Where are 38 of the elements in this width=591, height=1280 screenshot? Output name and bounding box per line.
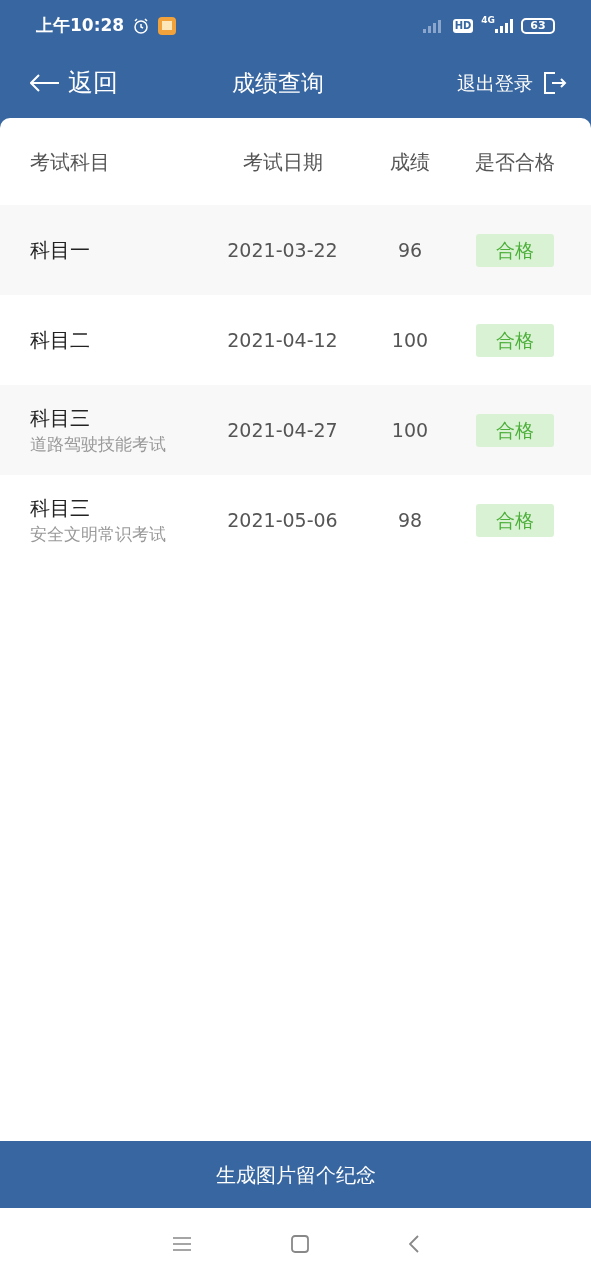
score: 100 xyxy=(390,327,430,353)
column-header: 是否合格 xyxy=(474,148,556,176)
score: 96 xyxy=(396,237,424,263)
score: 98 xyxy=(396,507,424,533)
exam-date: 2021-05-06 xyxy=(226,507,339,533)
pass-badge: 合格 xyxy=(476,413,554,447)
column-header: 考试日期 xyxy=(241,148,324,176)
logout-icon xyxy=(543,71,567,95)
hd-badge: HD xyxy=(452,19,474,33)
column-header: 成绩 xyxy=(389,148,431,176)
signal-icon xyxy=(495,19,513,33)
column-header: 考试科目 xyxy=(30,148,111,176)
alarm-icon xyxy=(132,17,151,35)
subject-name: 科目三 xyxy=(30,495,91,522)
exam-date: 2021-03-22 xyxy=(226,237,339,263)
exam-date: 2021-04-27 xyxy=(226,417,339,443)
subject-detail: 安全文明常识考试 xyxy=(30,523,167,546)
back-button[interactable]: 返回 xyxy=(30,64,118,102)
subject-name: 科目三 xyxy=(30,405,91,432)
generate-image-button[interactable]: 生成图片留个纪念 xyxy=(0,1141,591,1208)
subject-name: 科目一 xyxy=(30,237,91,264)
status-time: 上午10:28 xyxy=(36,14,125,38)
message-icon xyxy=(158,17,177,35)
score: 100 xyxy=(390,417,430,443)
battery-level: 63 xyxy=(521,18,555,34)
pass-badge: 合格 xyxy=(476,323,554,357)
back-icon[interactable] xyxy=(408,1235,419,1253)
back-arrow-icon xyxy=(30,74,60,92)
pass-badge: 合格 xyxy=(476,233,554,267)
menu-icon[interactable] xyxy=(172,1237,191,1251)
home-icon[interactable] xyxy=(290,1235,309,1253)
network-type: 4G xyxy=(481,16,495,25)
logout-button[interactable]: 退出登录 xyxy=(457,68,567,98)
page-title: 成绩查询 xyxy=(231,68,324,98)
exam-date: 2021-04-12 xyxy=(226,327,339,353)
pass-badge: 合格 xyxy=(476,503,554,537)
subject-name: 科目二 xyxy=(30,327,91,354)
subject-detail: 道路驾驶技能考试 xyxy=(30,433,167,456)
